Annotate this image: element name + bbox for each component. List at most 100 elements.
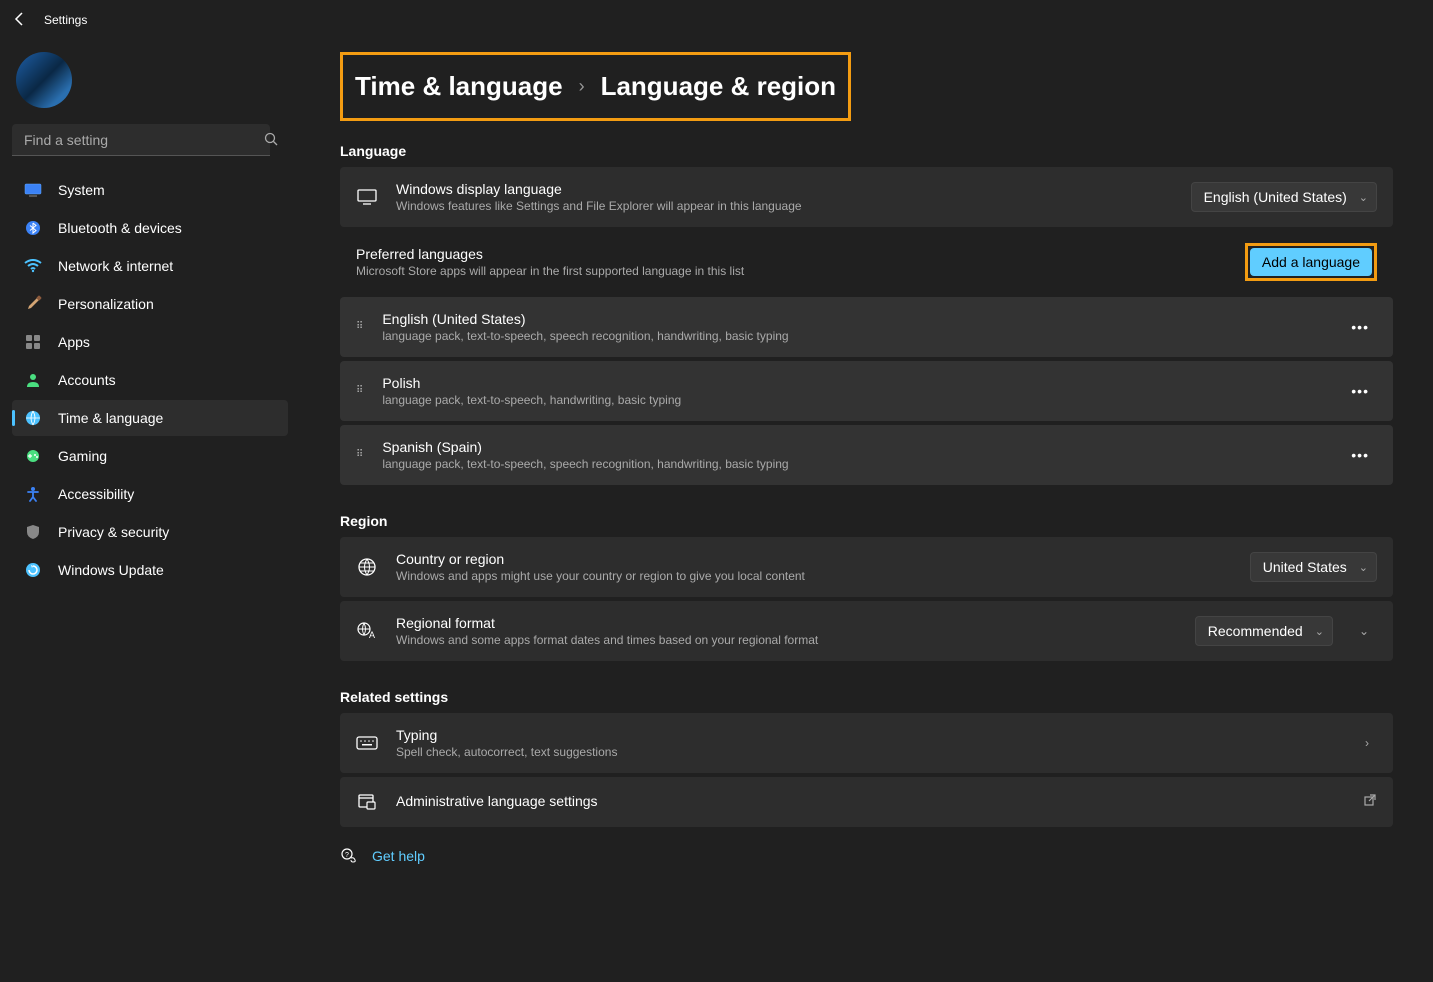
breadcrumb: Time & language › Language & region bbox=[355, 71, 836, 102]
gamepad-icon bbox=[24, 447, 42, 465]
sidebar-item-windows-update[interactable]: Windows Update bbox=[12, 552, 288, 588]
sidebar-item-label: Network & internet bbox=[58, 258, 173, 274]
globe-clock-icon bbox=[24, 409, 42, 427]
typing-title: Typing bbox=[396, 727, 1339, 743]
chevron-down-icon: ⌄ bbox=[1315, 625, 1324, 638]
search-icon[interactable] bbox=[264, 132, 278, 149]
get-help-row: ? Get help bbox=[340, 843, 1393, 869]
sidebar-item-label: Apps bbox=[58, 334, 90, 350]
language-item: ⠿ Spanish (Spain) language pack, text-to… bbox=[340, 425, 1393, 485]
regional-format-row: A Regional format Windows and some apps … bbox=[340, 601, 1393, 661]
sidebar-item-accessibility[interactable]: Accessibility bbox=[12, 476, 288, 512]
admin-language-row[interactable]: Administrative language settings bbox=[340, 777, 1393, 827]
section-header-region: Region bbox=[340, 513, 1393, 529]
section-header-related: Related settings bbox=[340, 689, 1393, 705]
language-features: language pack, text-to-speech, handwriti… bbox=[382, 393, 1325, 407]
admin-title: Administrative language settings bbox=[396, 793, 1345, 809]
language-features: language pack, text-to-speech, speech re… bbox=[382, 329, 1325, 343]
expand-button[interactable]: ⌄ bbox=[1351, 620, 1377, 642]
sidebar-item-accounts[interactable]: Accounts bbox=[12, 362, 288, 398]
sidebar-item-label: Privacy & security bbox=[58, 524, 169, 540]
language-features: language pack, text-to-speech, speech re… bbox=[382, 457, 1325, 471]
language-name: English (United States) bbox=[382, 311, 1325, 327]
preferred-languages-title: Preferred languages bbox=[356, 246, 1245, 262]
titlebar: Settings bbox=[0, 0, 1433, 40]
country-region-row: Country or region Windows and apps might… bbox=[340, 537, 1393, 597]
preferred-languages-row: Preferred languages Microsoft Store apps… bbox=[340, 231, 1393, 293]
country-title: Country or region bbox=[396, 551, 1232, 567]
country-desc: Windows and apps might use your country … bbox=[396, 569, 1232, 583]
nav-list: System Bluetooth & devices Network & int… bbox=[12, 172, 288, 588]
display-language-dropdown[interactable]: English (United States) ⌄ bbox=[1191, 182, 1377, 212]
drag-handle-icon[interactable]: ⠿ bbox=[356, 325, 364, 329]
typing-row[interactable]: Typing Spell check, autocorrect, text su… bbox=[340, 713, 1393, 773]
sidebar-item-network[interactable]: Network & internet bbox=[12, 248, 288, 284]
sidebar-item-label: Time & language bbox=[58, 410, 163, 426]
sidebar: System Bluetooth & devices Network & int… bbox=[0, 40, 300, 982]
sidebar-item-privacy[interactable]: Privacy & security bbox=[12, 514, 288, 550]
language-item: ⠿ English (United States) language pack,… bbox=[340, 297, 1393, 357]
paintbrush-icon bbox=[24, 295, 42, 313]
content-area: Time & language › Language & region Lang… bbox=[300, 40, 1433, 982]
display-language-row: Windows display language Windows feature… bbox=[340, 167, 1393, 227]
sidebar-item-label: Personalization bbox=[58, 296, 154, 312]
search-input[interactable] bbox=[12, 124, 270, 156]
more-options-button[interactable]: ••• bbox=[1343, 379, 1377, 403]
shield-icon bbox=[24, 523, 42, 541]
display-language-title: Windows display language bbox=[396, 181, 1173, 197]
globe-icon bbox=[356, 556, 378, 578]
back-button[interactable] bbox=[12, 11, 28, 30]
external-link-icon bbox=[1363, 793, 1377, 812]
sidebar-item-label: Bluetooth & devices bbox=[58, 220, 182, 236]
chevron-right-icon: › bbox=[1357, 732, 1377, 754]
search-box bbox=[12, 124, 288, 156]
bluetooth-icon bbox=[24, 219, 42, 237]
svg-text:A: A bbox=[369, 630, 375, 640]
sidebar-item-label: Accounts bbox=[58, 372, 116, 388]
language-item: ⠿ Polish language pack, text-to-speech, … bbox=[340, 361, 1393, 421]
breadcrumb-parent[interactable]: Time & language bbox=[355, 71, 563, 102]
wifi-icon bbox=[24, 257, 42, 275]
help-icon: ? bbox=[340, 847, 358, 865]
user-avatar[interactable] bbox=[16, 52, 72, 108]
format-title: Regional format bbox=[396, 615, 1177, 631]
language-name: Polish bbox=[382, 375, 1325, 391]
window-icon bbox=[356, 791, 378, 813]
get-help-link[interactable]: Get help bbox=[372, 848, 425, 864]
sidebar-item-system[interactable]: System bbox=[12, 172, 288, 208]
drag-handle-icon[interactable]: ⠿ bbox=[356, 389, 364, 393]
drag-handle-icon[interactable]: ⠿ bbox=[356, 453, 364, 457]
sidebar-item-personalization[interactable]: Personalization bbox=[12, 286, 288, 322]
format-desc: Windows and some apps format dates and t… bbox=[396, 633, 1177, 647]
sidebar-item-label: Gaming bbox=[58, 448, 107, 464]
system-icon bbox=[24, 181, 42, 199]
sidebar-item-bluetooth[interactable]: Bluetooth & devices bbox=[12, 210, 288, 246]
dropdown-value: Recommended bbox=[1208, 623, 1303, 639]
svg-text:?: ? bbox=[345, 852, 349, 859]
app-title: Settings bbox=[44, 13, 87, 27]
section-header-language: Language bbox=[340, 143, 1393, 159]
add-language-highlight: Add a language bbox=[1245, 243, 1377, 281]
keyboard-icon bbox=[356, 732, 378, 754]
preferred-languages-desc: Microsoft Store apps will appear in the … bbox=[356, 264, 1245, 278]
sidebar-item-apps[interactable]: Apps bbox=[12, 324, 288, 360]
apps-icon bbox=[24, 333, 42, 351]
globe-text-icon: A bbox=[356, 620, 378, 642]
sidebar-item-label: Accessibility bbox=[58, 486, 134, 502]
dropdown-value: English (United States) bbox=[1204, 189, 1347, 205]
sidebar-item-label: System bbox=[58, 182, 105, 198]
breadcrumb-highlight: Time & language › Language & region bbox=[340, 52, 851, 121]
more-options-button[interactable]: ••• bbox=[1343, 315, 1377, 339]
chevron-down-icon: ⌄ bbox=[1359, 561, 1368, 574]
language-name: Spanish (Spain) bbox=[382, 439, 1325, 455]
format-dropdown[interactable]: Recommended ⌄ bbox=[1195, 616, 1333, 646]
add-language-button[interactable]: Add a language bbox=[1250, 248, 1372, 276]
chevron-down-icon: ⌄ bbox=[1359, 191, 1368, 204]
sidebar-item-time-language[interactable]: Time & language bbox=[12, 400, 288, 436]
typing-desc: Spell check, autocorrect, text suggestio… bbox=[396, 745, 1339, 759]
more-options-button[interactable]: ••• bbox=[1343, 443, 1377, 467]
dropdown-value: United States bbox=[1263, 559, 1347, 575]
sidebar-item-gaming[interactable]: Gaming bbox=[12, 438, 288, 474]
update-icon bbox=[24, 561, 42, 579]
country-dropdown[interactable]: United States ⌄ bbox=[1250, 552, 1377, 582]
